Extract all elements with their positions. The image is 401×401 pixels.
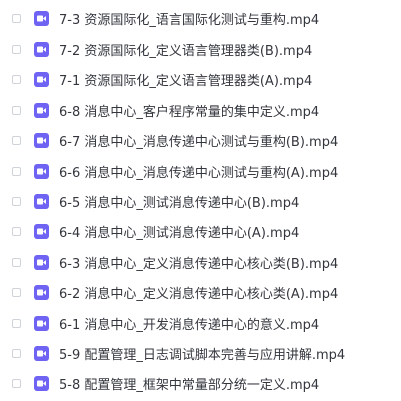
row-checkbox[interactable] [12,318,21,328]
video-file-icon [34,10,49,26]
row-checkbox[interactable] [12,44,21,54]
file-name[interactable]: 6-2 消息中心_定义消息传递中心核心类(A).mp4 [59,283,338,302]
row-checkbox[interactable] [12,74,21,84]
file-name[interactable]: 6-5 消息中心_测试消息传递中心(B).mp4 [59,192,299,211]
file-row[interactable]: 6-3 消息中心_定义消息传递中心核心类(B).mp4 [0,247,401,277]
video-file-icon [34,71,49,87]
video-file-icon [34,193,49,209]
row-checkbox[interactable] [12,13,21,23]
video-file-icon [34,315,49,331]
video-file-icon [34,102,49,118]
video-file-icon [34,254,49,270]
file-name[interactable]: 6-6 消息中心_消息传递中心测试与重构(A).mp4 [59,162,338,181]
file-row[interactable]: 7-3 资源国际化_语言国际化测试与重构.mp4 [0,3,401,33]
video-file-icon [34,41,49,57]
file-name[interactable]: 5-9 配置管理_日志调试脚本完善与应用讲解.mp4 [59,344,345,363]
row-checkbox[interactable] [12,287,21,297]
row-checkbox[interactable] [12,257,21,267]
file-name[interactable]: 6-8 消息中心_客户程序常量的集中定义.mp4 [59,101,319,120]
row-checkbox[interactable] [12,135,21,145]
video-file-icon [34,345,49,361]
file-name[interactable]: 7-3 资源国际化_语言国际化测试与重构.mp4 [59,9,319,28]
row-checkbox[interactable] [12,196,21,206]
video-file-icon [34,223,49,239]
row-checkbox[interactable] [12,348,21,358]
file-row[interactable]: 7-1 资源国际化_定义语言管理器类(A).mp4 [0,64,401,94]
file-row[interactable]: 7-2 资源国际化_定义语言管理器类(B).mp4 [0,34,401,64]
file-row[interactable]: 6-5 消息中心_测试消息传递中心(B).mp4 [0,186,401,216]
row-checkbox[interactable] [12,226,21,236]
video-file-icon [34,163,49,179]
video-file-icon [34,375,49,391]
file-row[interactable]: 6-8 消息中心_客户程序常量的集中定义.mp4 [0,95,401,125]
row-checkbox[interactable] [12,166,21,176]
file-row[interactable]: 6-1 消息中心_开发消息传递中心的意义.mp4 [0,308,401,338]
video-file-icon [34,284,49,300]
file-row[interactable]: 6-2 消息中心_定义消息传递中心核心类(A).mp4 [0,277,401,307]
file-name[interactable]: 6-4 消息中心_测试消息传递中心(A).mp4 [59,222,299,241]
file-row[interactable]: 5-8 配置管理_框架中常量部分统一定义.mp4 [0,368,401,398]
video-file-icon [34,132,49,148]
file-row[interactable]: 5-9 配置管理_日志调试脚本完善与应用讲解.mp4 [0,338,401,368]
file-name[interactable]: 6-3 消息中心_定义消息传递中心核心类(B).mp4 [59,253,338,272]
file-row[interactable]: 6-7 消息中心_消息传递中心测试与重构(B).mp4 [0,125,401,155]
file-name[interactable]: 7-2 资源国际化_定义语言管理器类(B).mp4 [59,40,312,59]
file-row[interactable]: 6-4 消息中心_测试消息传递中心(A).mp4 [0,216,401,246]
file-name[interactable]: 6-7 消息中心_消息传递中心测试与重构(B).mp4 [59,131,338,150]
row-checkbox[interactable] [12,378,21,388]
file-list: 7-3 资源国际化_语言国际化测试与重构.mp4 7-2 资源国际化_定义语言管… [0,0,401,401]
file-name[interactable]: 6-1 消息中心_开发消息传递中心的意义.mp4 [59,314,319,333]
file-name[interactable]: 7-1 资源国际化_定义语言管理器类(A).mp4 [59,70,312,89]
file-name[interactable]: 5-8 配置管理_框架中常量部分统一定义.mp4 [59,374,319,393]
file-row[interactable]: 6-6 消息中心_消息传递中心测试与重构(A).mp4 [0,156,401,186]
row-checkbox[interactable] [12,105,21,115]
